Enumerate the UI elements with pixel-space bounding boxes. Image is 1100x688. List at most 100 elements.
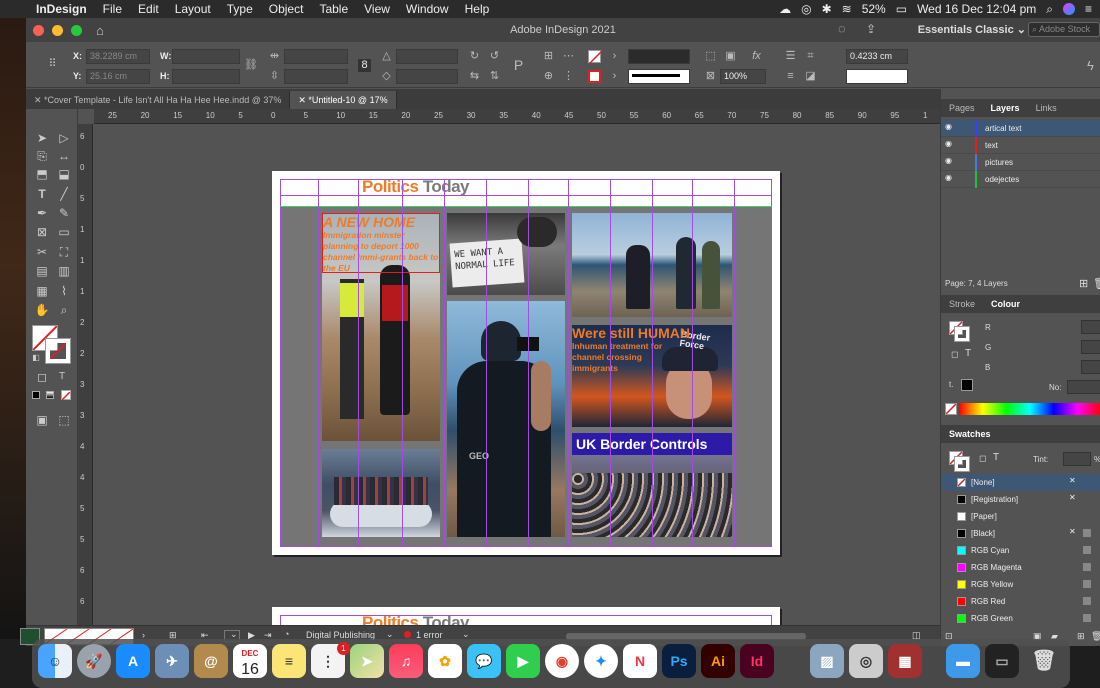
notes-icon[interactable]: ≡ — [272, 644, 306, 678]
page-tool-icon[interactable]: ⎘ — [34, 149, 50, 163]
menubar-clock[interactable]: Wed 16 Dec 12:04 pm — [917, 2, 1036, 16]
pencil-tool-icon[interactable]: ✎ — [56, 206, 72, 220]
finder-icon[interactable]: ☺ — [38, 644, 72, 678]
menu-file[interactable]: File — [95, 2, 130, 16]
menu-app-name[interactable]: InDesign — [28, 2, 95, 16]
stroke-swatch-tool[interactable] — [45, 338, 71, 364]
photos-icon[interactable]: ✿ — [428, 644, 462, 678]
tab-links[interactable]: Links — [1028, 103, 1065, 113]
apply-gradient-icon[interactable] — [46, 391, 54, 399]
layer-name[interactable]: odejectes — [985, 175, 1019, 184]
delete-layer-icon[interactable]: 🗑 — [1093, 277, 1100, 290]
swatch-row[interactable]: [Black] ✕ — [941, 525, 1100, 542]
photo-dinghy[interactable] — [322, 449, 440, 537]
constrain-scale-icon[interactable]: 8 — [358, 59, 371, 72]
tab-untitled-10[interactable]: ✕ *Untitled-10 @ 17% — [290, 91, 397, 109]
b-field[interactable] — [1081, 360, 1100, 374]
select-container-icon[interactable]: ⊞ — [542, 50, 555, 63]
none-color-button[interactable] — [945, 403, 957, 415]
launchpad-icon[interactable]: 🚀 — [77, 644, 111, 678]
free-transform-tool-icon[interactable]: ⛶ — [56, 245, 72, 259]
tab-cover-template[interactable]: ✕ *Cover Template - Life Isn't All Ha Ha… — [26, 91, 291, 109]
masthead[interactable]: Politics Today — [362, 177, 470, 197]
rectangle-frame-tool-icon[interactable]: ⊠ — [34, 225, 50, 239]
content-placer-icon[interactable]: ⬓ — [56, 167, 72, 181]
selection-tool-icon[interactable]: ➤ — [34, 131, 50, 145]
share-icon[interactable]: ⇪ — [866, 22, 876, 36]
menu-help[interactable]: Help — [457, 2, 498, 16]
photo-binoculars[interactable]: GEO — [447, 301, 565, 537]
visibility-eye-icon[interactable]: ◉ — [945, 173, 952, 182]
headline1-frame[interactable]: A NEW HOME Immigration minster planning … — [322, 213, 440, 273]
paragraph-icon[interactable]: P — [512, 58, 525, 72]
layer-row[interactable]: ◉ artical text — [941, 120, 1100, 137]
tint-field[interactable] — [1063, 452, 1091, 466]
battery-icon[interactable]: ▭ — [896, 2, 907, 16]
tab-stroke[interactable]: Stroke — [941, 299, 983, 309]
constrain-proportions-icon[interactable]: ⛓ — [244, 59, 258, 72]
pasteboard[interactable]: Politics Today A NEW HOME Immigration mi… — [94, 124, 940, 625]
new-swatch-icon[interactable]: ⊞ — [1077, 631, 1085, 642]
home-icon[interactable]: ⌂ — [96, 23, 104, 38]
menu-type[interactable]: Type — [219, 2, 261, 16]
status-icon[interactable]: ◎ — [801, 2, 811, 16]
horizontal-ruler[interactable]: 25 20 15 10 5 0 5 10 15 20 25 30 35 40 45 50 55 60 65 70 75 8… — [94, 109, 940, 124]
apply-color-icon[interactable] — [32, 391, 40, 399]
eyedropper-tool-icon[interactable]: ⌇ — [56, 284, 72, 298]
document-page[interactable]: Politics Today A NEW HOME Immigration mi… — [272, 171, 780, 555]
headline2-frame[interactable]: Were still HUMAN Inhuman treatment for c… — [572, 325, 690, 383]
corner-shape-dropdown[interactable] — [846, 69, 908, 84]
rotate-icon[interactable]: △ — [380, 50, 393, 63]
g-field[interactable] — [1081, 340, 1100, 354]
close-window-button[interactable] — [33, 24, 44, 36]
swatch-stroke-indicator[interactable] — [954, 456, 970, 472]
drop-shadow-icon[interactable]: ▣ — [724, 50, 737, 63]
formatting-text-icon[interactable]: T — [54, 370, 70, 384]
preview-icon[interactable]: ✈ — [155, 644, 189, 678]
preview-mode-icon[interactable]: ⬚ — [56, 413, 72, 427]
apply-none-icon[interactable] — [61, 390, 71, 401]
calendar-icon[interactable]: DEC 16 — [233, 644, 267, 678]
swatches-title[interactable]: Swatches — [941, 429, 999, 439]
tab-colour[interactable]: Colour — [983, 299, 1028, 309]
layer-name[interactable]: artical text — [985, 124, 1021, 133]
scale-y-field[interactable] — [284, 69, 348, 84]
menu-view[interactable]: View — [356, 2, 398, 16]
formatting-container-icon[interactable]: ◻ — [34, 370, 50, 384]
effects-icon[interactable]: fx — [750, 50, 763, 63]
layer-row[interactable]: ◉ pictures — [941, 154, 1100, 171]
shear-field[interactable] — [396, 69, 458, 84]
gradient-feather-tool-icon[interactable]: ▥ — [56, 264, 72, 278]
creative-cloud-icon[interactable]: ☁ — [779, 2, 791, 16]
zoom-window-button[interactable] — [71, 24, 82, 36]
select-content-icon[interactable]: ⋯ — [562, 50, 575, 63]
gradient-swatch-tool-icon[interactable]: ▤ — [34, 264, 50, 278]
zoom-field[interactable]: 100% — [720, 69, 766, 84]
facetime-icon[interactable]: ▶ — [506, 644, 540, 678]
messages-icon[interactable]: 💬 — [467, 644, 501, 678]
menu-table[interactable]: Table — [311, 2, 356, 16]
illustrator-icon[interactable]: Ai — [701, 644, 735, 678]
rectangle-tool-icon[interactable]: ▭ — [56, 225, 72, 239]
r-field[interactable] — [1081, 320, 1100, 334]
music-icon[interactable]: ♫ — [389, 644, 423, 678]
stroke-weight-field[interactable]: 0.4233 cm — [846, 49, 908, 64]
align-left-icon[interactable]: ☰ — [784, 50, 797, 63]
lightning-icon[interactable]: ϟ — [1084, 59, 1097, 72]
chrome-icon[interactable]: ◉ — [545, 644, 579, 678]
swatch-text-icon[interactable]: T — [993, 452, 999, 463]
vertical-ruler[interactable]: 6 0 5 1 1 1 2 2 3 3 4 4 5 5 6 6 — [78, 124, 93, 625]
fill-none-swatch[interactable] — [588, 50, 603, 65]
last-color-swatch[interactable] — [961, 379, 973, 391]
hand-tool-icon[interactable]: ✋ — [34, 303, 50, 317]
distribute-icon[interactable]: ≡ — [784, 70, 797, 83]
maps-icon[interactable]: ➤ — [350, 644, 384, 678]
screenshot-icon[interactable]: ◎ — [849, 644, 883, 678]
indesign-icon[interactable]: Id — [740, 644, 774, 678]
menu-window[interactable]: Window — [398, 2, 457, 16]
stroke-swatch[interactable] — [588, 70, 601, 83]
visibility-eye-icon[interactable]: ◉ — [945, 122, 952, 131]
photo-protest-sign[interactable]: WE WANT A NORMAL LIFE — [447, 213, 565, 295]
spotlight-icon[interactable]: ⌕ — [1046, 2, 1053, 17]
delete-swatch-icon[interactable]: 🗑 — [1091, 631, 1100, 642]
